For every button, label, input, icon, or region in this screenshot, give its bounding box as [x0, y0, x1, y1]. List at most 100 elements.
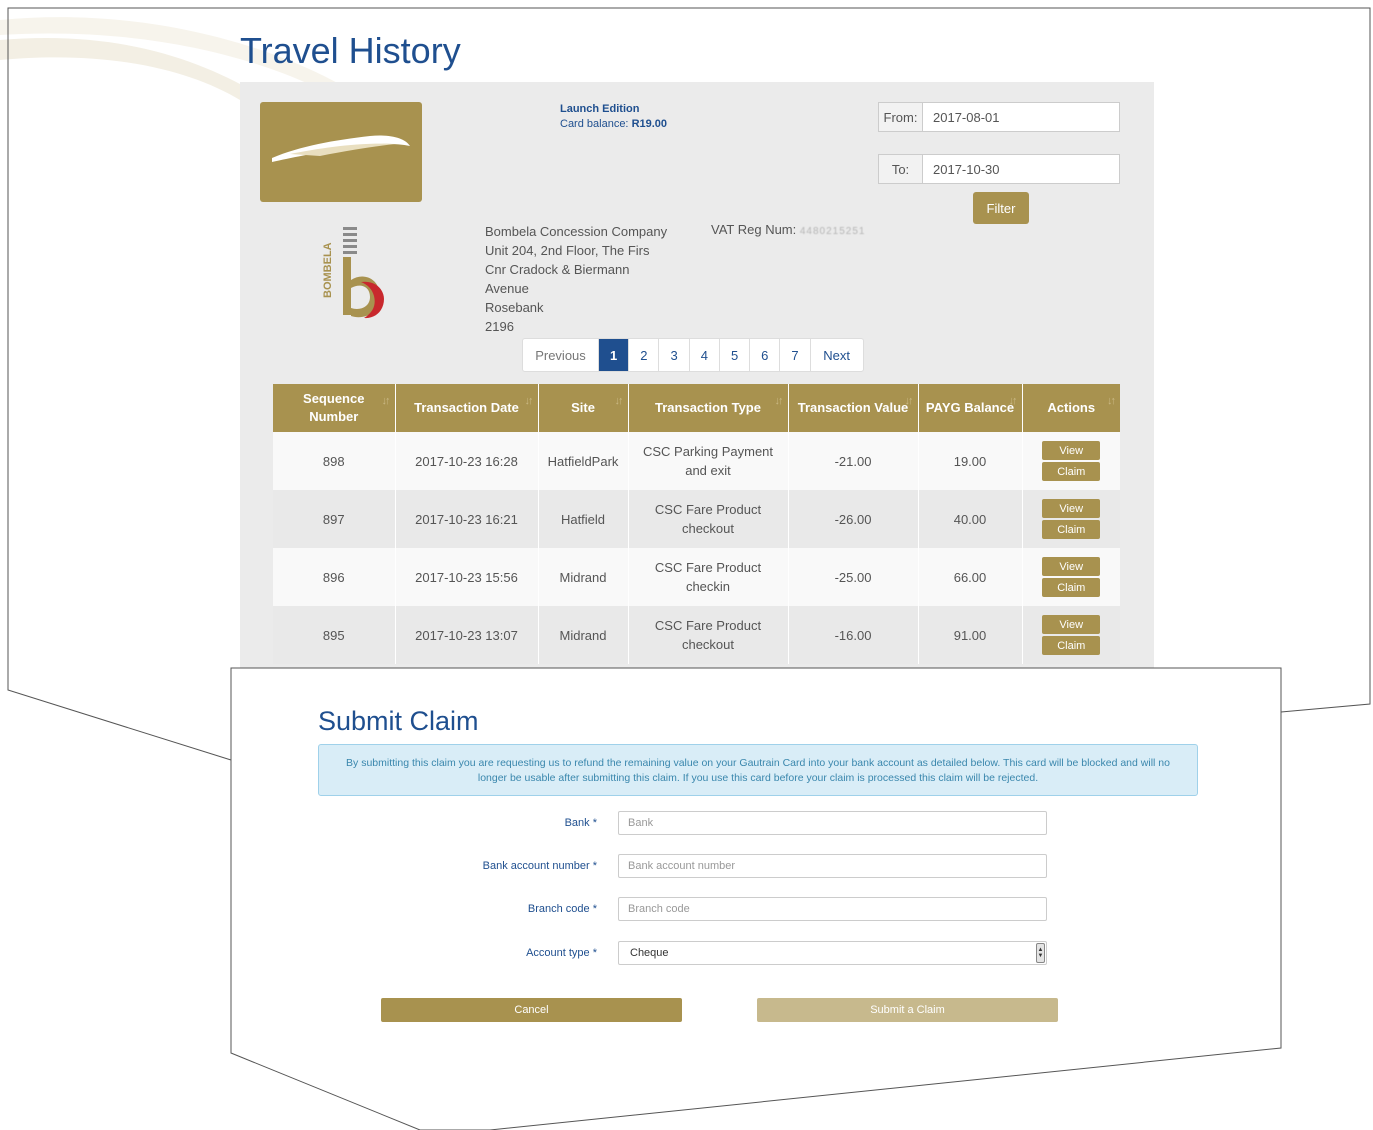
bank-input[interactable] — [618, 811, 1047, 835]
branch-code-input[interactable] — [618, 897, 1047, 921]
cell-actions: View Claim — [1022, 548, 1120, 606]
address-line: Cnr Cradock & Biermann — [485, 262, 630, 277]
gautrain-card-logo — [260, 102, 422, 202]
cell-balance: 91.00 — [918, 606, 1023, 664]
cell-site: Hatfield — [538, 490, 629, 548]
from-date-input[interactable] — [923, 102, 1120, 132]
column-header-label: Sequence Number — [303, 391, 365, 424]
column-header-sequence[interactable]: Sequence Number ↓↑ — [273, 384, 396, 432]
vat-reg: VAT Reg Num: 4480215251 — [711, 222, 866, 237]
sort-icon: ↓↑ — [381, 395, 391, 407]
account-type-select[interactable]: Cheque ▲ ▼ — [618, 941, 1047, 965]
card-balance-label: Card balance: — [560, 118, 629, 130]
column-header-site[interactable]: Site ↓↑ — [538, 384, 629, 432]
table-row: 897 2017-10-23 16:21 Hatfield CSC Fare P… — [273, 490, 1120, 548]
cell-balance: 66.00 — [918, 548, 1023, 606]
required-marker: * — [592, 903, 597, 915]
view-button[interactable]: View — [1042, 499, 1101, 518]
cell-actions: View Claim — [1022, 606, 1120, 664]
sort-icon: ↓↑ — [1107, 395, 1116, 407]
cell-balance: 40.00 — [918, 490, 1023, 548]
branch-code-label-text: Branch code — [527, 903, 590, 915]
cell-actions: View Claim — [1022, 490, 1120, 548]
claim-button[interactable]: Claim — [1042, 462, 1101, 481]
pagination-page-1[interactable]: 1 — [599, 339, 630, 371]
cancel-button[interactable]: Cancel — [381, 998, 682, 1022]
bombela-logo-text: BOMBELA — [322, 242, 334, 298]
pagination-page-5[interactable]: 5 — [720, 339, 751, 371]
sort-icon: ↓↑ — [904, 395, 914, 407]
from-date-group: From: — [878, 102, 1120, 132]
sort-icon: ↓↑ — [614, 395, 624, 407]
cell-date: 2017-10-23 16:21 — [395, 490, 539, 548]
column-header-label: Transaction Type — [655, 400, 761, 415]
view-button[interactable]: View — [1042, 441, 1101, 460]
swoosh-icon — [272, 135, 410, 162]
dropdown-arrow-icon[interactable]: ▲ ▼ — [1036, 943, 1045, 963]
address-line: Bombela Concession Company — [485, 224, 668, 239]
card-balance: Card balance: R19.00 — [560, 117, 667, 132]
account-type-label-text: Account type — [526, 947, 590, 959]
pagination-page-7[interactable]: 7 — [780, 339, 811, 371]
column-header-date[interactable]: Transaction Date ↓↑ — [395, 384, 539, 432]
column-header-type[interactable]: Transaction Type ↓↑ — [628, 384, 789, 432]
table-header-row: Sequence Number ↓↑ Transaction Date ↓↑ Sit… — [273, 384, 1120, 432]
cell-date: 2017-10-23 13:07 — [395, 606, 539, 664]
filter-button[interactable]: Filter — [973, 192, 1029, 224]
claim-button[interactable]: Claim — [1042, 636, 1101, 655]
cell-sequence: 895 — [273, 606, 396, 664]
view-button[interactable]: View — [1042, 557, 1101, 576]
account-type-label: Account type * — [317, 941, 597, 965]
branch-code-label: Branch code * — [317, 897, 597, 921]
claim-button[interactable]: Claim — [1042, 520, 1101, 539]
cell-value: -25.00 — [788, 548, 919, 606]
pagination-page-2[interactable]: 2 — [629, 339, 660, 371]
address-line: Avenue — [485, 281, 529, 296]
cell-type: CSC Fare Product checkout — [628, 606, 789, 664]
card-edition: Launch Edition — [560, 103, 640, 115]
cell-type: CSC Fare Product checkout — [628, 490, 789, 548]
transactions-table: Sequence Number ↓↑ Transaction Date ↓↑ Sit… — [273, 384, 1120, 664]
account-number-label: Bank account number * — [317, 854, 597, 878]
cell-site: Midrand — [538, 606, 629, 664]
column-header-actions[interactable]: Actions ↓↑ — [1022, 384, 1120, 432]
cell-type: CSC Fare Product checkin — [628, 548, 789, 606]
column-header-label: Transaction Date — [414, 400, 519, 415]
table-row: 895 2017-10-23 13:07 Midrand CSC Fare Pr… — [273, 606, 1120, 664]
cell-actions: View Claim — [1022, 432, 1120, 490]
cell-site: HatfieldPark — [538, 432, 629, 490]
claim-button[interactable]: Claim — [1042, 578, 1101, 597]
sort-icon: ↓↑ — [1008, 395, 1018, 407]
to-date-group: To: — [878, 154, 1120, 184]
bank-label: Bank * — [317, 811, 597, 835]
pagination-page-6[interactable]: 6 — [750, 339, 781, 371]
required-marker: * — [592, 817, 597, 829]
table-row: 896 2017-10-23 15:56 Midrand CSC Fare Pr… — [273, 548, 1120, 606]
pagination-previous[interactable]: Previous — [523, 339, 599, 371]
column-header-label: Actions — [1047, 400, 1096, 415]
cell-sequence: 897 — [273, 490, 396, 548]
column-header-label: PAYG Balance — [925, 400, 1015, 415]
column-header-balance[interactable]: PAYG Balance ↓↑ — [918, 384, 1023, 432]
submit-claim-button[interactable]: Submit a Claim — [757, 998, 1058, 1022]
cell-type: CSC Parking Payment and exit — [628, 432, 789, 490]
sort-icon: ↓↑ — [524, 395, 534, 407]
to-date-input[interactable] — [923, 154, 1120, 184]
address-line: Rosebank — [485, 300, 544, 315]
view-button[interactable]: View — [1042, 615, 1101, 634]
bank-label-text: Bank — [564, 817, 590, 829]
account-number-input[interactable] — [618, 854, 1047, 878]
address-line: 2196 — [485, 319, 514, 334]
cell-value: -21.00 — [788, 432, 919, 490]
pagination-page-4[interactable]: 4 — [690, 339, 720, 371]
required-marker: * — [592, 860, 597, 872]
claim-title: Submit Claim — [318, 706, 479, 736]
cell-date: 2017-10-23 16:28 — [395, 432, 539, 490]
page-title: Travel History — [240, 30, 461, 71]
cell-date: 2017-10-23 15:56 — [395, 548, 539, 606]
address-line: Unit 204, 2nd Floor, The Firs — [485, 243, 650, 258]
pagination-page-3[interactable]: 3 — [659, 339, 690, 371]
pagination-next[interactable]: Next — [811, 339, 863, 371]
column-header-value[interactable]: Transaction Value ↓↑ — [788, 384, 919, 432]
from-label: From: — [878, 102, 923, 132]
